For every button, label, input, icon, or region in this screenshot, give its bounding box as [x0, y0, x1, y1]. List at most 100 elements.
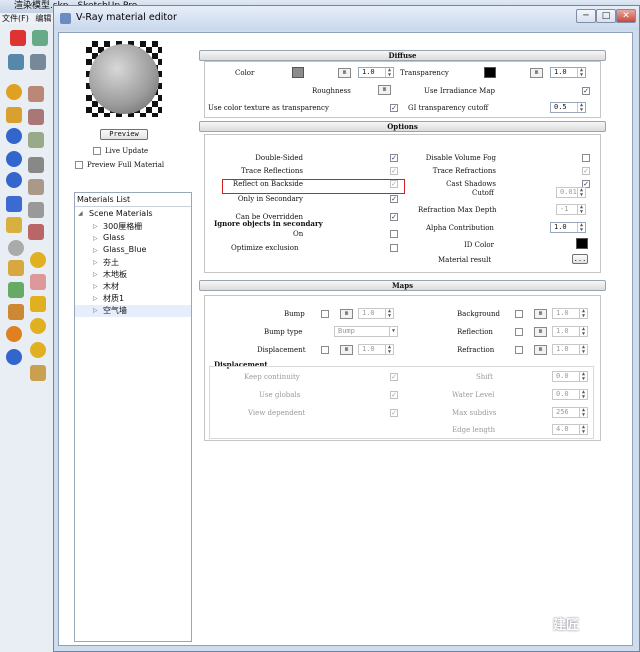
use-irradiance-map-checkbox[interactable]: ✓ — [582, 87, 590, 95]
toolbar-icon[interactable] — [30, 252, 46, 268]
spinner-arrows-icon[interactable]: ▲ ▼ — [577, 205, 585, 214]
minimize-button[interactable]: ─ — [576, 9, 596, 23]
toolbar-icon[interactable] — [8, 282, 24, 298]
toolbar-icon[interactable] — [30, 365, 46, 381]
spinner-arrows-icon[interactable]: ▲ ▼ — [385, 345, 393, 354]
refraction-amount[interactable]: 1.0 ▲ ▼ — [552, 344, 588, 355]
expand-arrow-icon[interactable]: ▷ — [93, 295, 98, 302]
toolbar-icon[interactable] — [30, 342, 46, 358]
roughness-map-button[interactable]: m — [378, 85, 391, 95]
maps-rollout-header[interactable]: Maps — [199, 280, 606, 291]
menu-file[interactable]: 文件(F) — [0, 14, 29, 23]
spinner-arrows-icon[interactable]: ▲ ▼ — [579, 345, 587, 354]
displacement-map-button[interactable]: m — [340, 345, 353, 355]
bump-map-button[interactable]: m — [340, 309, 353, 319]
expand-arrow-icon[interactable]: ▷ — [93, 259, 98, 266]
expand-arrow-icon[interactable]: ▷ — [93, 247, 98, 254]
cutoff-input[interactable]: 0.01 ▲ ▼ — [556, 187, 586, 198]
background-amount[interactable]: 1.0 ▲ ▼ — [552, 308, 588, 319]
toolbar-icon[interactable] — [28, 132, 44, 148]
background-map-button[interactable]: m — [534, 309, 547, 319]
diffuse-color-swatch[interactable] — [292, 67, 304, 78]
alpha-contribution-input[interactable]: 1.0 ▲ ▼ — [550, 222, 586, 233]
use-color-texture-checkbox[interactable]: ✓ — [390, 104, 398, 112]
chevron-down-icon[interactable]: ▼ — [389, 327, 397, 336]
live-update-checkbox[interactable] — [93, 147, 101, 155]
material-list-item[interactable]: ▷ 300厘格栅 — [75, 221, 191, 233]
toolbar-icon[interactable] — [30, 296, 46, 312]
spinner-arrows-icon[interactable]: ▲ ▼ — [577, 103, 585, 112]
diffuse-color-map-button[interactable]: m — [338, 68, 351, 78]
material-list-item[interactable]: ▷ 材质1 — [75, 293, 191, 305]
expand-arrow-icon[interactable]: ▷ — [93, 271, 98, 278]
toolbar-icon[interactable] — [32, 30, 48, 46]
background-checkbox[interactable] — [515, 310, 523, 318]
transparency-amount[interactable]: 1.0 ▲ ▼ — [550, 67, 586, 78]
material-list-item[interactable]: ▷ Glass_Blue — [75, 245, 191, 257]
option-checkbox[interactable]: ✓ — [390, 195, 398, 203]
shift-input[interactable]: 0.0 ▲ ▼ — [552, 371, 588, 382]
toolbar-icon[interactable] — [30, 318, 46, 334]
material-list-item[interactable]: ▷ 空气墙 — [75, 305, 191, 317]
spinner-arrows-icon[interactable]: ▲ ▼ — [579, 372, 587, 381]
keep-continuity-checkbox[interactable]: ✓ — [390, 373, 398, 381]
preview-button[interactable]: Preview — [100, 129, 148, 140]
option-checkbox[interactable]: ✓ — [582, 167, 590, 175]
material-list-item[interactable]: ▷ 夯土 — [75, 257, 191, 269]
toolbar-icon[interactable] — [28, 86, 44, 102]
reflection-checkbox[interactable] — [515, 328, 523, 336]
water-level-input[interactable]: 0.0 ▲ ▼ — [552, 389, 588, 400]
option-checkbox[interactable] — [582, 154, 590, 162]
expand-arrow-icon[interactable]: ▷ — [93, 223, 98, 230]
window-title-bar[interactable]: V-Ray material editor ─ □ ✕ — [54, 6, 639, 30]
displacement-checkbox[interactable] — [321, 346, 329, 354]
toolbar-icon[interactable] — [30, 54, 46, 70]
transparency-map-button[interactable]: m — [530, 68, 543, 78]
tree-root-scene-materials[interactable]: Scene Materials — [89, 209, 153, 218]
spinner-arrows-icon[interactable]: ▲ ▼ — [577, 188, 585, 197]
spinner-arrows-icon[interactable]: ▲ ▼ — [577, 68, 585, 77]
menu-edit[interactable]: 编辑 — [31, 14, 51, 23]
toolbar-icon[interactable] — [6, 217, 22, 233]
spinner-arrows-icon[interactable]: ▲ ▼ — [385, 309, 393, 318]
expand-arrow-icon[interactable]: ◢ — [78, 210, 83, 217]
toolbar-icon[interactable] — [6, 128, 22, 144]
ignore-on-checkbox[interactable] — [390, 230, 398, 238]
spinner-arrows-icon[interactable]: ▲ ▼ — [577, 223, 585, 232]
max-subdivs-input[interactable]: 256 ▲ ▼ — [552, 407, 588, 418]
expand-arrow-icon[interactable]: ▷ — [93, 283, 98, 290]
spinner-arrows-icon[interactable]: ▲ ▼ — [579, 408, 587, 417]
toolbar-icon[interactable] — [6, 196, 22, 212]
material-result-button[interactable]: ... — [572, 254, 588, 264]
displacement-amount[interactable]: 1.0 ▲ ▼ — [358, 344, 394, 355]
reflection-amount[interactable]: 1.0 ▲ ▼ — [552, 326, 588, 337]
toolbar-icon[interactable] — [8, 54, 24, 70]
close-button[interactable]: ✕ — [616, 9, 636, 23]
options-rollout-header[interactable]: Options — [199, 121, 606, 132]
material-list-item[interactable]: ▷ 木地板 — [75, 269, 191, 281]
refraction-map-button[interactable]: m — [534, 345, 547, 355]
toolbar-icon[interactable] — [8, 240, 24, 256]
spinner-arrows-icon[interactable]: ▲ ▼ — [579, 309, 587, 318]
material-list-item[interactable]: ▷ Glass — [75, 233, 191, 245]
option-checkbox[interactable]: ✓ — [390, 213, 398, 221]
bump-amount[interactable]: 1.0 ▲ ▼ — [358, 308, 394, 319]
preview-full-material-checkbox[interactable] — [75, 161, 83, 169]
diffuse-color-amount[interactable]: 1.0 ▲ ▼ — [358, 67, 394, 78]
toolbar-icon[interactable] — [6, 326, 22, 342]
expand-arrow-icon[interactable]: ▷ — [93, 307, 98, 314]
view-dependent-checkbox[interactable]: ✓ — [390, 409, 398, 417]
toolbar-icon[interactable] — [8, 304, 24, 320]
optimize-exclusion-checkbox[interactable] — [390, 244, 398, 252]
toolbar-icon[interactable] — [28, 224, 44, 240]
transparency-color-swatch[interactable] — [484, 67, 496, 78]
toolbar-icon[interactable] — [6, 151, 22, 167]
toolbar-icon[interactable] — [6, 107, 22, 123]
gi-transparency-cutoff-input[interactable]: 0.5 ▲ ▼ — [550, 102, 586, 113]
toolbar-icon[interactable] — [8, 260, 24, 276]
toolbar-icon[interactable] — [28, 109, 44, 125]
maximize-button[interactable]: □ — [596, 9, 616, 23]
refraction-checkbox[interactable] — [515, 346, 523, 354]
refraction-max-depth-input[interactable]: -1 ▲ ▼ — [556, 204, 586, 215]
toolbar-icon[interactable] — [6, 172, 22, 188]
